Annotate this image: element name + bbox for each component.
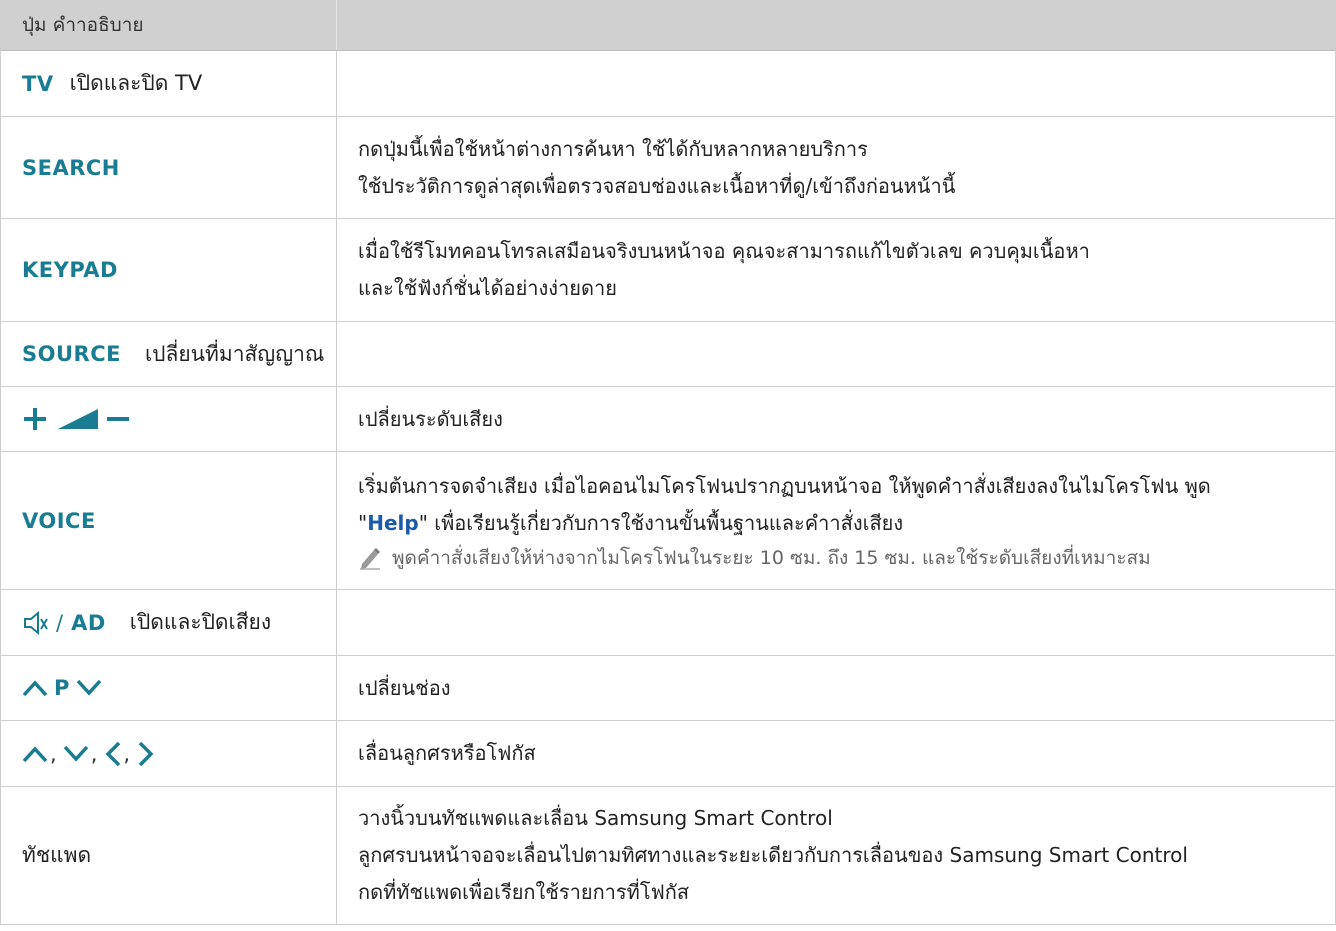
row-description-rest: " เพื่อเรียนรู้เกี่ยวกับการใช้งานขั้นพื้… xyxy=(418,510,904,535)
row-description-line: ลูกศรบนหน้าจอจะเลื่อนไปตามทิศทางและระยะเ… xyxy=(358,843,1188,867)
row-description-line: กดที่ทัชแพดเพื่อเรียกใช้รายการที่โฟกัส xyxy=(358,880,690,904)
volume-ramp-icon xyxy=(58,409,98,429)
chevron-down-icon xyxy=(76,678,102,698)
chevron-right-icon xyxy=(138,741,154,767)
header-col-1: ปุ่ม คำาอธิบาย xyxy=(1,0,337,50)
row-description-line: ใช้ประวัติการดูล่าสุดเพื่อตรวจสอบช่องและ… xyxy=(358,173,956,198)
mute-icon xyxy=(22,610,48,636)
table-row-search: SEARCH กดปุ่มนี้เพื่อใช้หน้าต่างการค้นหา… xyxy=(1,117,1335,219)
key-label-voice: VOICE xyxy=(22,508,96,533)
table-row-tv: TV เปิดและปิด TV xyxy=(1,51,1335,117)
plus-icon xyxy=(22,406,48,432)
table-row-keypad: KEYPAD เมื่อใช้รีโมทคอนโทรลเสมือนจริงบนห… xyxy=(1,219,1335,322)
chevron-up-icon xyxy=(22,678,48,698)
remote-buttons-table: ปุ่ม คำาอธิบาย TV เปิดและปิด TV SEARCH ก… xyxy=(0,0,1336,925)
table-row-touchpad: ทัชแพด วางนิ้วบนทัชแพดและเลื่อน Samsung … xyxy=(1,787,1335,925)
pencil-note-icon xyxy=(358,546,392,570)
row-description: เปิดและปิด TV xyxy=(69,71,203,95)
table-row-arrows: , , , เลื่อนลูกศรหรือโฟกัส xyxy=(1,721,1335,787)
table-row-voice: VOICE เริ่มต้นการจดจำเสียง เมื่อไอคอนไมโ… xyxy=(1,452,1335,590)
key-separator: / xyxy=(56,610,64,635)
key-label-ad: AD xyxy=(71,610,106,635)
key-label-p: P xyxy=(54,676,70,700)
row-description: เปิดและปิดเสียง xyxy=(129,610,272,634)
row-description-line: วางนิ้วบนทัชแพดและเลื่อน Samsung Smart C… xyxy=(358,806,833,830)
row-description-line: เลื่อนลูกศรหรือโฟกัส xyxy=(358,741,536,765)
key-label-tv: TV xyxy=(22,71,54,96)
key-label-keypad: KEYPAD xyxy=(22,258,118,282)
quote-open: " xyxy=(358,510,368,535)
key-label-touchpad: ทัชแพด xyxy=(22,843,92,867)
row-description-line: เริ่มต้นการจดจำเสียง เมื่อไอคอนไมโครโฟนป… xyxy=(358,473,1211,498)
note-text: พูดคำาสั่งเสียงให้ห่างจากไมโครโฟนในระยะ … xyxy=(392,546,1151,569)
key-label-search: SEARCH xyxy=(22,155,120,180)
table-row-volume: เปลี่ยนระดับเสียง xyxy=(1,387,1335,452)
header-col-2 xyxy=(337,0,1335,50)
row-description-line: เปลี่ยนช่อง xyxy=(358,675,451,700)
row-description-line: กดปุ่มนี้เพื่อใช้หน้าต่างการค้นหา ใช้ได้… xyxy=(358,136,868,161)
table-row-source: SOURCE เปลี่ยนที่มาสัญญาณ xyxy=(1,322,1335,387)
chevron-down-icon xyxy=(63,744,89,764)
chevron-left-icon xyxy=(105,741,121,767)
row-description-line: และใช้ฟังก์ชั่นได้อย่างง่ายดาย xyxy=(358,276,617,300)
table-row-mute: / AD เปิดและปิดเสียง xyxy=(1,590,1335,656)
chevron-up-icon xyxy=(22,744,48,764)
minus-icon xyxy=(106,406,130,432)
table-row-channel: P เปลี่ยนช่อง xyxy=(1,656,1335,721)
key-separator: , xyxy=(123,741,131,766)
row-description-line: เมื่อใช้รีโมทคอนโทรลเสมือนจริงบนหน้าจอ ค… xyxy=(358,239,1090,263)
help-keyword: Help xyxy=(367,510,419,535)
key-separator: , xyxy=(50,741,57,766)
row-description-line: "Help" เพื่อเรียนรู้เกี่ยวกับการใช้งานขั… xyxy=(358,505,1335,542)
row-description-line: เปลี่ยนระดับเสียง xyxy=(358,406,503,431)
key-label-source: SOURCE xyxy=(22,342,121,366)
table-header: ปุ่ม คำาอธิบาย xyxy=(1,0,1335,51)
key-separator: , xyxy=(90,741,98,766)
row-description: เปลี่ยนที่มาสัญญาณ xyxy=(144,341,325,366)
note-line: พูดคำาสั่งเสียงให้ห่างจากไมโครโฟนในระยะ … xyxy=(358,542,1335,574)
